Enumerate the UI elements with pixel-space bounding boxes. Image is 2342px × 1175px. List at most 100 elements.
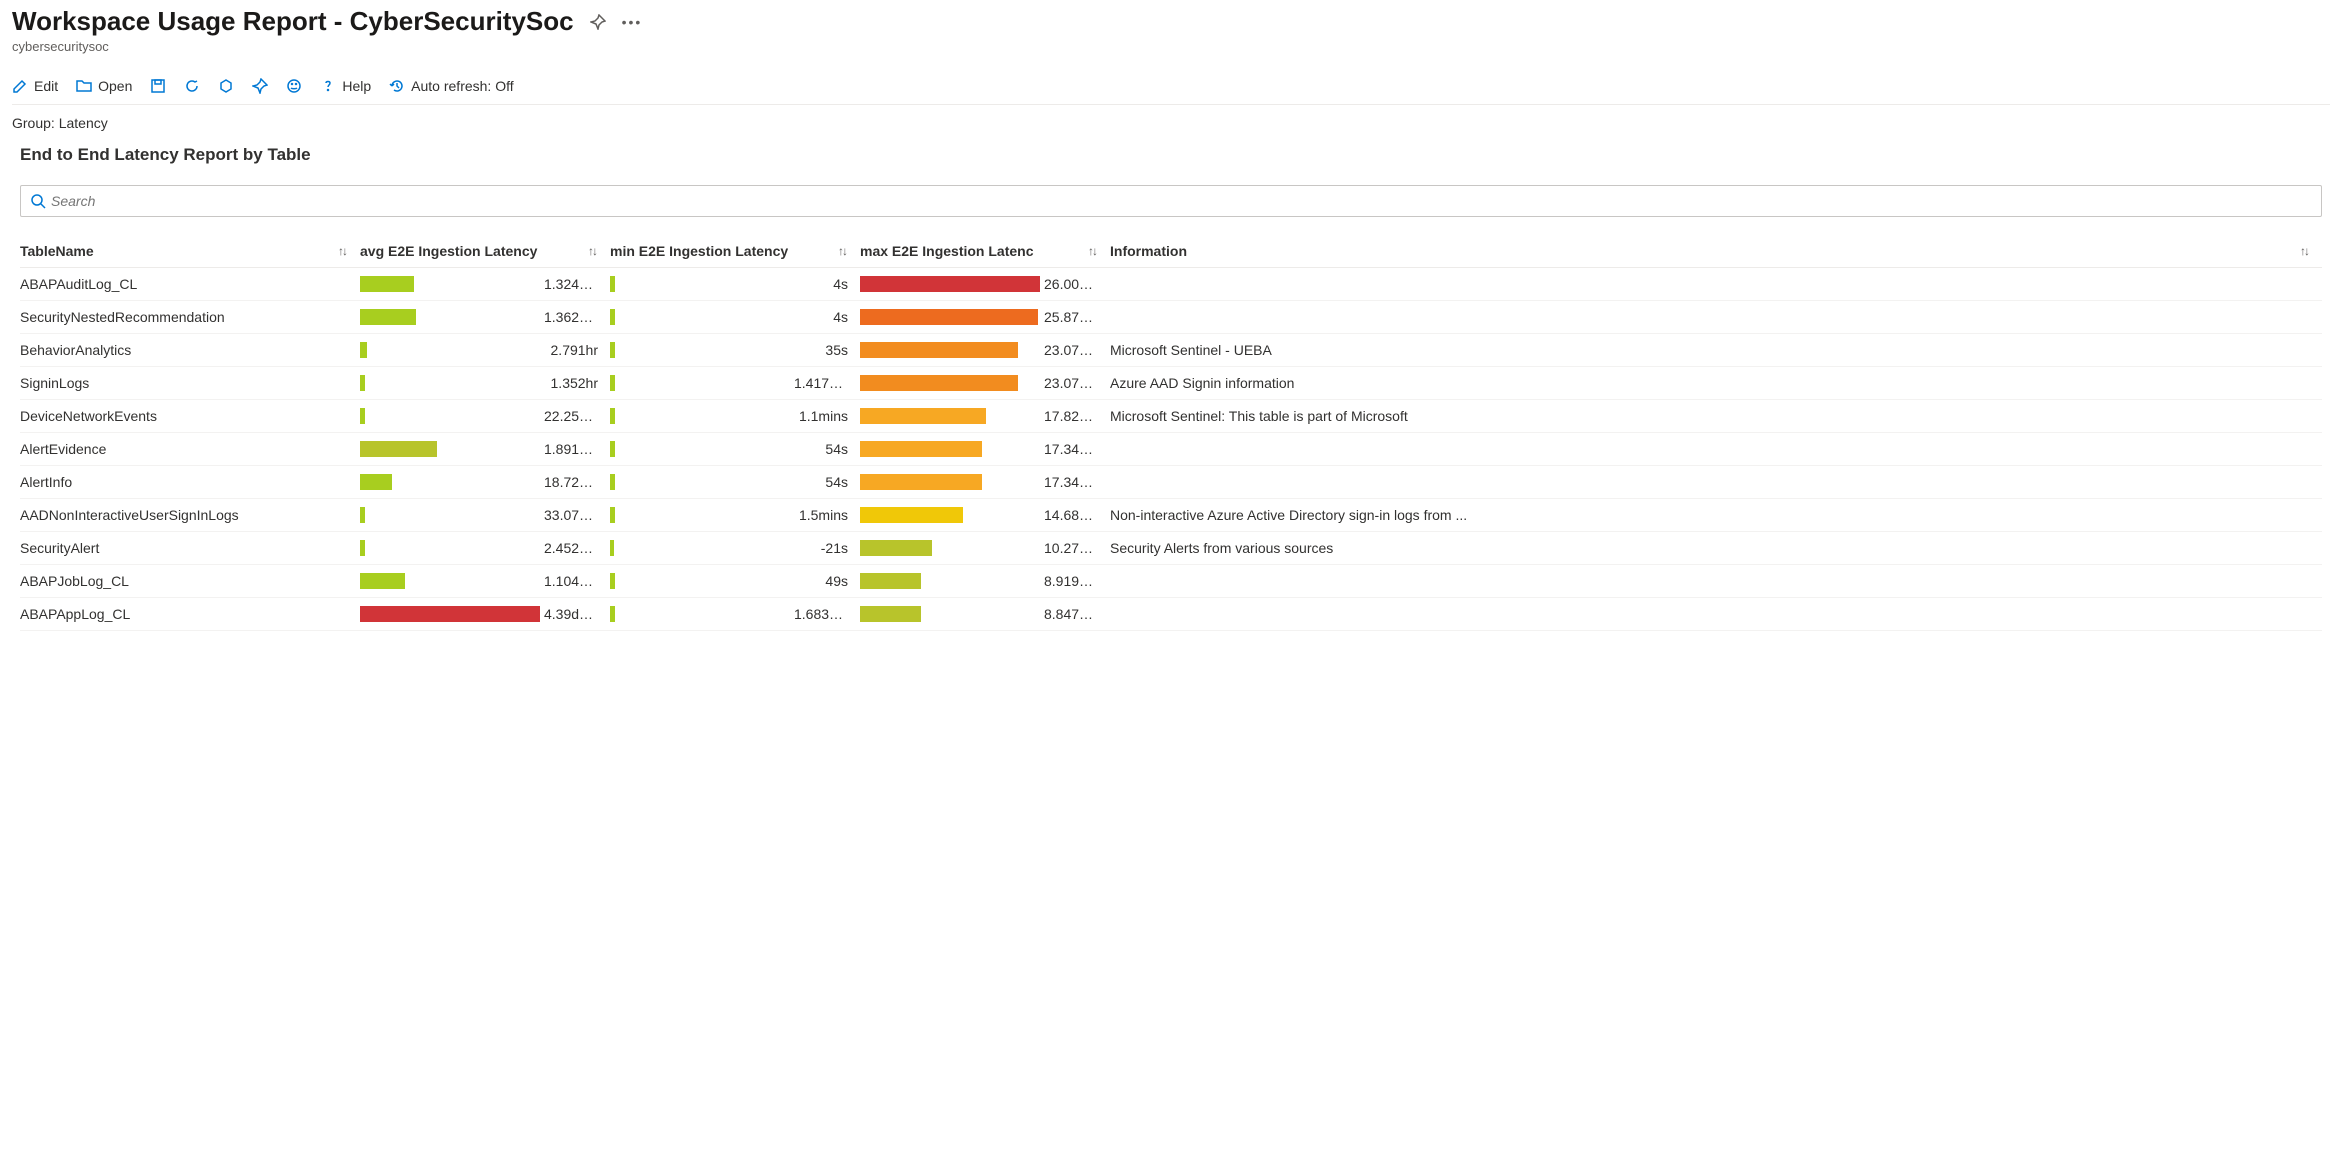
edit-label: Edit: [34, 78, 58, 94]
cell-avg: 18.729hr: [360, 474, 610, 490]
col-label: TableName: [20, 243, 94, 259]
table-row[interactable]: ABAPJobLog_CL1.104day49s8.919day: [20, 565, 2322, 598]
cell-avg: 1.352hr: [360, 375, 610, 391]
col-tablename[interactable]: TableName ↑↓: [20, 243, 360, 259]
section-title: End to End Latency Report by Table: [20, 145, 2330, 165]
cell-max: 8.847day: [860, 606, 1110, 622]
cell-min: -21s: [610, 540, 860, 556]
folder-icon: [76, 78, 92, 94]
cell-info: Microsoft Sentinel - UEBA: [1110, 342, 2322, 358]
cell-name: ABAPJobLog_CL: [20, 573, 360, 589]
pencil-icon: [12, 78, 28, 94]
cell-min: 54s: [610, 474, 860, 490]
cell-info: Azure AAD Signin information: [1110, 375, 2322, 391]
table-row[interactable]: BehaviorAnalytics2.791hr35s23.078daMicro…: [20, 334, 2322, 367]
cell-min: 4s: [610, 309, 860, 325]
cell-max: 17.345da: [860, 474, 1110, 490]
col-label: min E2E Ingestion Latency: [610, 243, 788, 259]
cell-min: 1.417min: [610, 375, 860, 391]
cell-name: DeviceNetworkEvents: [20, 408, 360, 424]
sort-icon: ↑↓: [588, 244, 596, 258]
cell-max: 23.075da: [860, 375, 1110, 391]
cell-name: AlertEvidence: [20, 441, 360, 457]
cell-avg: 1.891day: [360, 441, 610, 457]
cell-min: 35s: [610, 342, 860, 358]
table-row[interactable]: SecurityNestedRecommendation1.362day4s25…: [20, 301, 2322, 334]
cell-name: ABAPAppLog_CL: [20, 606, 360, 622]
search-icon: [30, 193, 46, 209]
smiley-icon[interactable]: [286, 78, 302, 94]
help-label: Help: [342, 78, 371, 94]
table-row[interactable]: ABAPAuditLog_CL1.324day4s26.005da: [20, 268, 2322, 301]
help-button[interactable]: Help: [320, 78, 371, 94]
cell-info: Microsoft Sentinel: This table is part o…: [1110, 408, 2322, 424]
col-label: Information: [1110, 243, 1187, 259]
cell-avg: 2.452min: [360, 540, 610, 556]
col-min[interactable]: min E2E Ingestion Latency ↑↓: [610, 243, 860, 259]
cell-name: SecurityNestedRecommendation: [20, 309, 360, 325]
question-icon: [320, 78, 336, 94]
col-avg[interactable]: avg E2E Ingestion Latency ↑↓: [360, 243, 610, 259]
table-row[interactable]: AADNonInteractiveUserSignInLogs33.074m1.…: [20, 499, 2322, 532]
page-title: Workspace Usage Report - CyberSecuritySo…: [12, 6, 574, 37]
open-label: Open: [98, 78, 132, 94]
cell-min: 49s: [610, 573, 860, 589]
pin-toolbar-icon[interactable]: [252, 78, 268, 94]
auto-refresh-button[interactable]: Auto refresh: Off: [389, 78, 513, 94]
group-label: Group: Latency: [12, 115, 2330, 131]
cell-max: 25.872da: [860, 309, 1110, 325]
cell-max: 23.078da: [860, 342, 1110, 358]
table-row[interactable]: SigninLogs1.352hr1.417min23.075daAzure A…: [20, 367, 2322, 400]
col-max[interactable]: max E2E Ingestion Latenc↑↓: [860, 243, 1110, 259]
cell-max: 17.345da: [860, 441, 1110, 457]
cell-name: SecurityAlert: [20, 540, 360, 556]
cell-max: 17.829da: [860, 408, 1110, 424]
history-icon: [389, 78, 405, 94]
cell-avg: 1.362day: [360, 309, 610, 325]
cell-min: 1.1mins: [610, 408, 860, 424]
table-row[interactable]: SecurityAlert2.452min-21s10.278daSecurit…: [20, 532, 2322, 565]
cell-name: SigninLogs: [20, 375, 360, 391]
table-row[interactable]: AlertInfo18.729hr54s17.345da: [20, 466, 2322, 499]
cell-info: Non-interactive Azure Active Directory s…: [1110, 507, 2322, 523]
sort-icon: ↑↓: [838, 244, 846, 258]
hexagon-icon[interactable]: [218, 78, 234, 94]
table-row[interactable]: ABAPAppLog_CL4.39days1.683min8.847day: [20, 598, 2322, 631]
cell-avg: 2.791hr: [360, 342, 610, 358]
refresh-icon[interactable]: [184, 78, 200, 94]
cell-avg: 1.104day: [360, 573, 610, 589]
table-header: TableName↑↓ avg E2E Ingestion Latency↑↓ …: [20, 235, 2322, 268]
cell-name: AlertInfo: [20, 474, 360, 490]
col-label: max E2E Ingestion Latenc: [860, 243, 1034, 259]
cell-min: 1.683min: [610, 606, 860, 622]
cell-min: 4s: [610, 276, 860, 292]
cell-avg: 33.074m: [360, 507, 610, 523]
cell-avg: 22.259m: [360, 408, 610, 424]
col-info[interactable]: Information ↑↓: [1110, 243, 2322, 259]
table-row[interactable]: AlertEvidence1.891day54s17.345da: [20, 433, 2322, 466]
col-label: avg E2E Ingestion Latency: [360, 243, 537, 259]
cell-max: 10.278da: [860, 540, 1110, 556]
search-input[interactable]: [20, 185, 2322, 217]
cell-name: ABAPAuditLog_CL: [20, 276, 360, 292]
toolbar: Edit Open Help Auto refresh: Off: [12, 72, 2330, 105]
cell-max: 26.005da: [860, 276, 1110, 292]
table-row[interactable]: DeviceNetworkEvents22.259m1.1mins17.829d…: [20, 400, 2322, 433]
cell-avg: 1.324day: [360, 276, 610, 292]
cell-avg: 4.39days: [360, 606, 610, 622]
more-icon[interactable]: •••: [622, 14, 643, 30]
pin-icon[interactable]: [590, 14, 606, 30]
cell-info: Security Alerts from various sources: [1110, 540, 2322, 556]
sort-icon: ↑↓: [338, 244, 346, 258]
auto-refresh-label: Auto refresh: Off: [411, 78, 513, 94]
cell-min: 1.5mins: [610, 507, 860, 523]
cell-name: AADNonInteractiveUserSignInLogs: [20, 507, 360, 523]
save-icon[interactable]: [150, 78, 166, 94]
edit-button[interactable]: Edit: [12, 78, 58, 94]
sort-icon: ↑↓: [2300, 244, 2308, 258]
open-button[interactable]: Open: [76, 78, 132, 94]
cell-min: 54s: [610, 441, 860, 457]
cell-max: 14.68day: [860, 507, 1110, 523]
breadcrumb: cybersecuritysoc: [12, 39, 2330, 54]
cell-name: BehaviorAnalytics: [20, 342, 360, 358]
